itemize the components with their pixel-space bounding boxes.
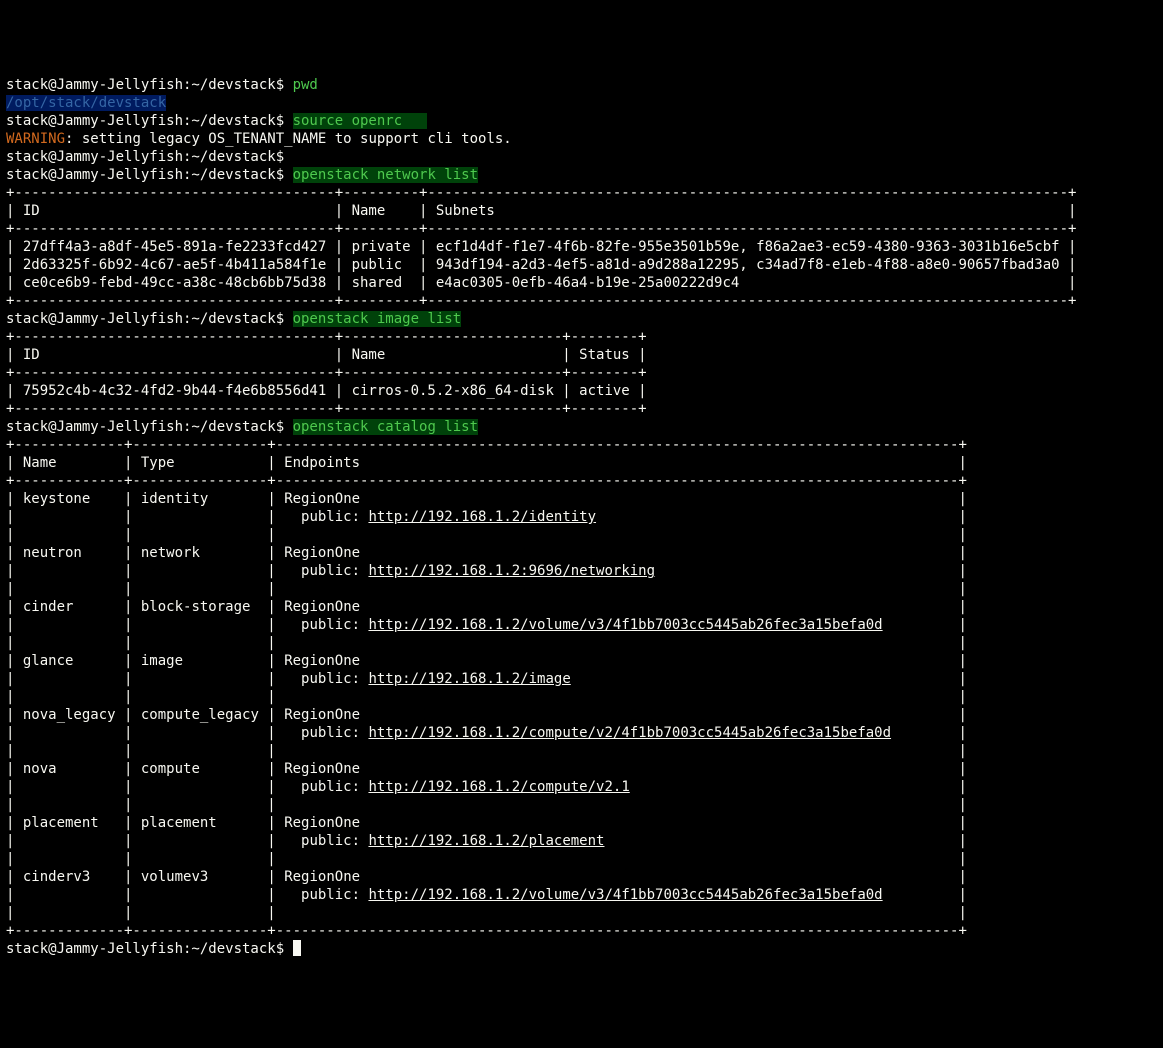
table-header: | Name | Type | Endpoints | <box>6 455 967 471</box>
network-row: | ce0ce6b9-febd-49cc-a38c-48cb6bb75d38 |… <box>6 275 1076 291</box>
prompt: stack@Jammy-Jellyfish:~/devstack$ <box>6 419 293 435</box>
catalog-empty-row: | | | | <box>6 635 967 651</box>
catalog-region: RegionOne <box>284 761 950 777</box>
endpoint-label: public: <box>284 509 368 525</box>
catalog-type: volumev3 <box>141 869 259 885</box>
catalog-empty-row: | | | | <box>6 689 967 705</box>
endpoint-label: public: <box>284 563 368 579</box>
catalog-type: image <box>141 653 259 669</box>
catalog-name: nova_legacy <box>23 707 116 723</box>
cmd-source: source openrc <box>293 113 428 129</box>
table-border: +--------------------------------------+… <box>6 365 647 381</box>
endpoint-label: public: <box>284 617 368 633</box>
prompt: stack@Jammy-Jellyfish:~/devstack$ <box>6 311 293 327</box>
catalog-region: RegionOne <box>284 869 950 885</box>
catalog-region: RegionOne <box>284 491 950 507</box>
endpoint-label: public: <box>284 833 368 849</box>
network-row: | 2d63325f-6b92-4c67-ae5f-4b411a584f1e |… <box>6 257 1076 273</box>
warning-label: WARNING <box>6 131 65 147</box>
pwd-output: /opt/stack/devstack <box>6 95 166 111</box>
table-border: +-------------+----------------+--------… <box>6 437 967 453</box>
catalog-region: RegionOne <box>284 653 950 669</box>
catalog-type: compute <box>141 761 259 777</box>
catalog-region: RegionOne <box>284 545 950 561</box>
table-border: +--------------------------------------+… <box>6 329 647 345</box>
catalog-type: identity <box>141 491 259 507</box>
network-row: | 27dff4a3-a8df-45e5-891a-fe2233fcd427 |… <box>6 239 1076 255</box>
endpoint-url[interactable]: http://192.168.1.2/compute/v2.1 <box>368 779 629 795</box>
catalog-type: compute_legacy <box>141 707 259 723</box>
cmd-pwd: pwd <box>293 77 318 93</box>
catalog-name: nova <box>23 761 116 777</box>
prompt: stack@Jammy-Jellyfish:~/devstack$ <box>6 77 293 93</box>
catalog-empty-row: | | | | <box>6 797 967 813</box>
endpoint-label: public: <box>284 725 368 741</box>
table-border: +-------------+----------------+--------… <box>6 473 967 489</box>
table-border: +--------------------------------------+… <box>6 293 1076 309</box>
endpoint-label: public: <box>284 779 368 795</box>
cmd-image-list: openstack image list <box>293 311 462 327</box>
table-border: +-------------+----------------+--------… <box>6 923 967 939</box>
warning-msg: : setting legacy OS_TENANT_NAME to suppo… <box>65 131 512 147</box>
catalog-region: RegionOne <box>284 707 950 723</box>
cmd-catalog-list: openstack catalog list <box>293 419 478 435</box>
cursor[interactable] <box>293 940 301 956</box>
catalog-region: RegionOne <box>284 599 950 615</box>
catalog-name: cinder <box>23 599 116 615</box>
catalog-empty-row: | | | | <box>6 743 967 759</box>
prompt: stack@Jammy-Jellyfish:~/devstack$ <box>6 149 293 165</box>
endpoint-url[interactable]: http://192.168.1.2/volume/v3/4f1bb7003cc… <box>368 617 882 633</box>
endpoint-url[interactable]: http://192.168.1.2/image <box>368 671 570 687</box>
table-border: +--------------------------------------+… <box>6 221 1076 237</box>
endpoint-url[interactable]: http://192.168.1.2/volume/v3/4f1bb7003cc… <box>368 887 882 903</box>
endpoint-url[interactable]: http://192.168.1.2/placement <box>368 833 604 849</box>
endpoint-url[interactable]: http://192.168.1.2:9696/networking <box>368 563 655 579</box>
endpoint-url[interactable]: http://192.168.1.2/identity <box>368 509 596 525</box>
catalog-empty-row: | | | | <box>6 581 967 597</box>
prompt: stack@Jammy-Jellyfish:~/devstack$ <box>6 167 293 183</box>
catalog-type: block-storage <box>141 599 259 615</box>
catalog-name: keystone <box>23 491 116 507</box>
catalog-name: placement <box>23 815 116 831</box>
catalog-empty-row: | | | | <box>6 851 967 867</box>
catalog-region: RegionOne <box>284 815 950 831</box>
table-border: +--------------------------------------+… <box>6 185 1076 201</box>
catalog-name: neutron <box>23 545 116 561</box>
table-header: | ID | Name | Subnets | <box>6 203 1076 219</box>
catalog-empty-row: | | | | <box>6 905 967 921</box>
image-row: | 75952c4b-4c32-4fd2-9b44-f4e6b8556d41 |… <box>6 383 647 399</box>
catalog-type: network <box>141 545 259 561</box>
endpoint-url[interactable]: http://192.168.1.2/compute/v2/4f1bb7003c… <box>368 725 891 741</box>
prompt: stack@Jammy-Jellyfish:~/devstack$ <box>6 113 293 129</box>
catalog-name: glance <box>23 653 116 669</box>
cmd-network-list: openstack network list <box>293 167 478 183</box>
endpoint-label: public: <box>284 671 368 687</box>
endpoint-label: public: <box>284 887 368 903</box>
catalog-type: placement <box>141 815 259 831</box>
terminal-output[interactable]: stack@Jammy-Jellyfish:~/devstack$ pwd /o… <box>6 76 1157 958</box>
catalog-name: cinderv3 <box>23 869 116 885</box>
table-border: +--------------------------------------+… <box>6 401 647 417</box>
catalog-empty-row: | | | | <box>6 527 967 543</box>
table-header: | ID | Name | Status | <box>6 347 647 363</box>
prompt: stack@Jammy-Jellyfish:~/devstack$ <box>6 941 293 957</box>
